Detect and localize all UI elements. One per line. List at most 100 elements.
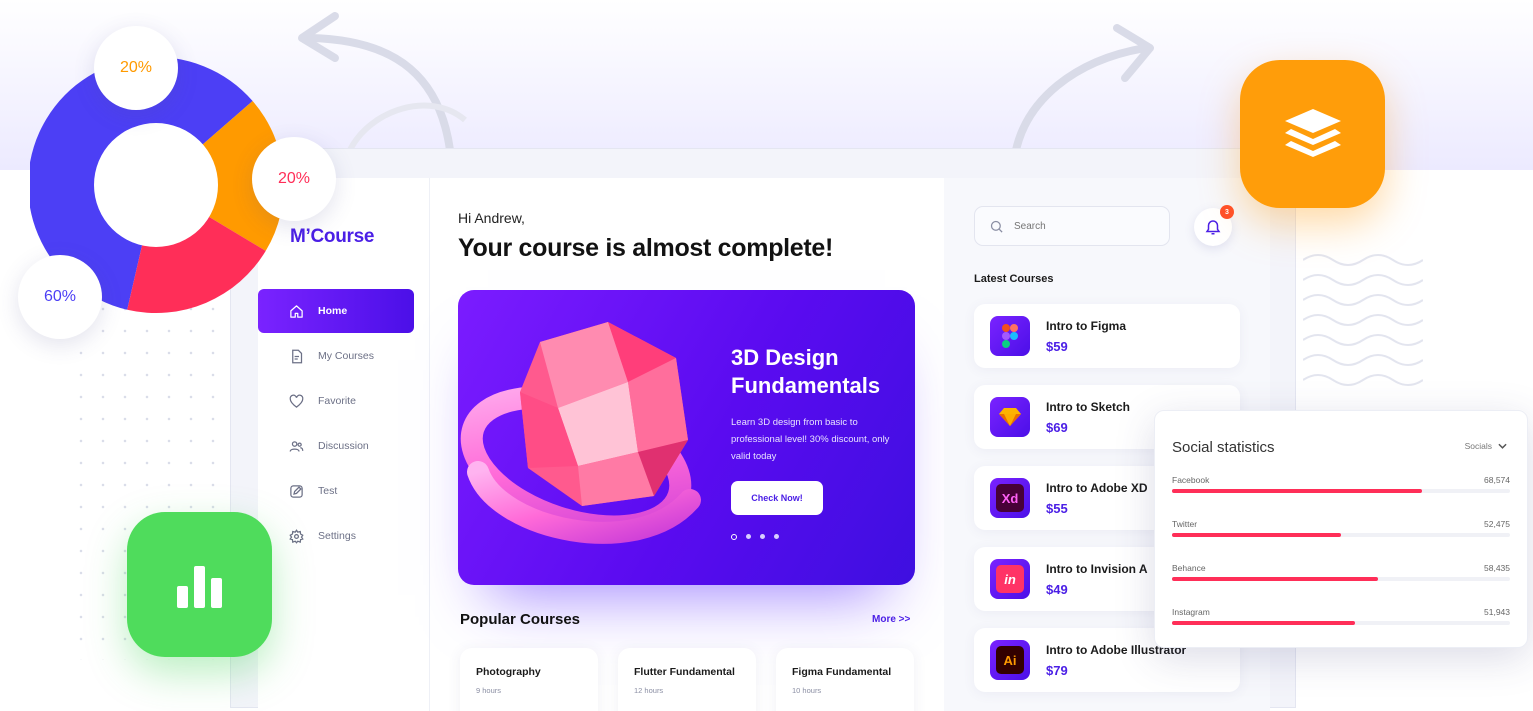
- hero-banner[interactable]: 3D Design Fundamentals Learn 3D design f…: [458, 290, 915, 585]
- popular-course-card[interactable]: Figma Fundamental 10 hours: [776, 648, 914, 711]
- xd-icon: Xd: [990, 478, 1030, 518]
- wave-pattern: [1303, 254, 1423, 386]
- course-title: Figma Fundamental: [792, 666, 892, 678]
- course-price: $59: [1046, 338, 1068, 354]
- edit-icon: [288, 483, 304, 499]
- progress-fill: [1172, 577, 1379, 581]
- progress-track: [1172, 577, 1510, 581]
- donut-chart: 20% 20% 60%: [18, 26, 336, 339]
- progress-fill: [1172, 621, 1355, 625]
- 3d-gem-illustration: [460, 322, 701, 544]
- illustrator-badge: Ai: [996, 646, 1024, 674]
- document-icon: [288, 348, 304, 364]
- dashboard: M’Course Home My Courses Favorite Discus…: [258, 178, 1270, 711]
- sidebar-item-label: Settings: [318, 530, 356, 542]
- sidebar-item-label: Test: [318, 485, 338, 497]
- course-title: Flutter Fundamental: [634, 666, 735, 678]
- popular-courses-list: Photography 9 hours Flutter Fundamental …: [460, 648, 914, 711]
- latest-courses-title: Latest Courses: [974, 273, 1054, 285]
- greeting: Hi Andrew,: [458, 210, 525, 226]
- progress-track: [1172, 533, 1510, 537]
- social-label: Behance: [1172, 563, 1206, 573]
- popular-courses-title: Popular Courses: [460, 611, 581, 628]
- brand-logo: M’Course: [290, 226, 375, 247]
- popular-course-card[interactable]: Flutter Fundamental 12 hours: [618, 648, 756, 711]
- popular-course-card[interactable]: Photography 9 hours: [460, 648, 598, 711]
- progress-track: [1172, 621, 1510, 625]
- notification-badge: 3: [1220, 205, 1234, 219]
- figma-icon: [990, 316, 1030, 356]
- curved-arrow-left-decoration: [298, 12, 467, 154]
- search-box[interactable]: [974, 206, 1170, 246]
- check-now-button[interactable]: Check Now!: [731, 481, 823, 515]
- donut-label-top: 20%: [94, 26, 178, 110]
- chart-app-tile: [127, 512, 272, 657]
- social-value: 52,475: [1484, 519, 1510, 529]
- carousel-dot[interactable]: [760, 534, 765, 539]
- xd-badge: Xd: [996, 484, 1024, 512]
- course-hours: 9 hours: [476, 686, 502, 695]
- illustrator-icon: Ai: [990, 640, 1030, 680]
- sidebar-item-discussion[interactable]: Discussion: [258, 424, 430, 468]
- social-value: 51,943: [1484, 607, 1510, 617]
- course-price: $49: [1046, 581, 1068, 597]
- course-hours: 12 hours: [634, 686, 664, 695]
- chevron-down-icon: [1498, 443, 1507, 449]
- carousel-dot-active[interactable]: [731, 533, 737, 540]
- social-value: 58,435: [1484, 563, 1510, 573]
- sidebar-item-settings[interactable]: Settings: [258, 514, 430, 558]
- course-title: Intro to Invision A: [1046, 561, 1148, 576]
- progress-fill: [1172, 489, 1423, 493]
- page-title: Your course is almost complete!: [458, 234, 834, 262]
- more-link[interactable]: More >>: [872, 614, 910, 625]
- sidebar-item-my-courses[interactable]: My Courses: [258, 334, 430, 378]
- bell-icon: [1205, 220, 1221, 235]
- latest-course-card[interactable]: Intro to Figma $59: [974, 304, 1240, 368]
- sidebar-item-favorite[interactable]: Favorite: [258, 379, 430, 423]
- social-label: Instagram: [1172, 607, 1210, 617]
- social-label: Twitter: [1172, 519, 1198, 529]
- social-value: 68,574: [1484, 475, 1510, 485]
- course-title: Intro to Figma: [1046, 318, 1126, 333]
- course-title: Photography: [476, 666, 541, 678]
- marketing-hero: M’Course Home My Courses Favorite Discus…: [0, 0, 1533, 711]
- course-title: Intro to Sketch: [1046, 399, 1131, 414]
- hero-description: Learn 3D design from basic to profession…: [731, 417, 890, 462]
- course-hours: 10 hours: [792, 686, 822, 695]
- course-price: $79: [1046, 662, 1068, 678]
- heart-icon: [288, 393, 304, 409]
- hero-title: 3D Design Fundamentals: [731, 344, 911, 400]
- carousel-dot[interactable]: [774, 534, 779, 539]
- search-icon: [990, 220, 1003, 233]
- carousel-dots: [731, 533, 779, 540]
- invision-badge: in: [996, 565, 1024, 593]
- sketch-icon: [990, 397, 1030, 437]
- layers-icon: [1284, 109, 1341, 157]
- socials-dropdown[interactable]: Socials: [1465, 441, 1507, 451]
- carousel-dot[interactable]: [746, 534, 751, 539]
- progress-fill: [1172, 533, 1341, 537]
- donut-label-right: 20%: [252, 137, 336, 221]
- social-statistics-title: Social statistics: [1172, 439, 1275, 456]
- search-input[interactable]: [1014, 220, 1154, 232]
- gear-icon: [288, 528, 304, 544]
- sidebar-item-test[interactable]: Test: [258, 469, 430, 513]
- bar-chart-icon: [176, 565, 222, 608]
- notification-button[interactable]: 3: [1194, 205, 1234, 246]
- dropdown-value: Socials: [1464, 441, 1492, 451]
- sidebar: M’Course Home My Courses Favorite Discus…: [258, 178, 430, 711]
- course-price: $69: [1046, 419, 1068, 435]
- main-content: Hi Andrew, Your course is almost complet…: [430, 178, 944, 711]
- sidebar-item-label: Home: [318, 305, 348, 317]
- sidebar-nav: Home My Courses Favorite Discussion Test: [258, 289, 430, 559]
- layers-app-tile: [1240, 60, 1385, 208]
- course-title: Intro to Adobe XD: [1046, 480, 1148, 495]
- social-label: Facebook: [1172, 475, 1210, 485]
- home-icon: [288, 303, 304, 319]
- hero-title-line2: Fundamentals: [731, 373, 881, 398]
- course-price: $55: [1046, 500, 1068, 516]
- hero-title-line1: 3D Design: [731, 345, 839, 370]
- curved-arrow-right-decoration: [1011, 24, 1154, 159]
- progress-track: [1172, 489, 1510, 493]
- users-icon: [288, 438, 304, 454]
